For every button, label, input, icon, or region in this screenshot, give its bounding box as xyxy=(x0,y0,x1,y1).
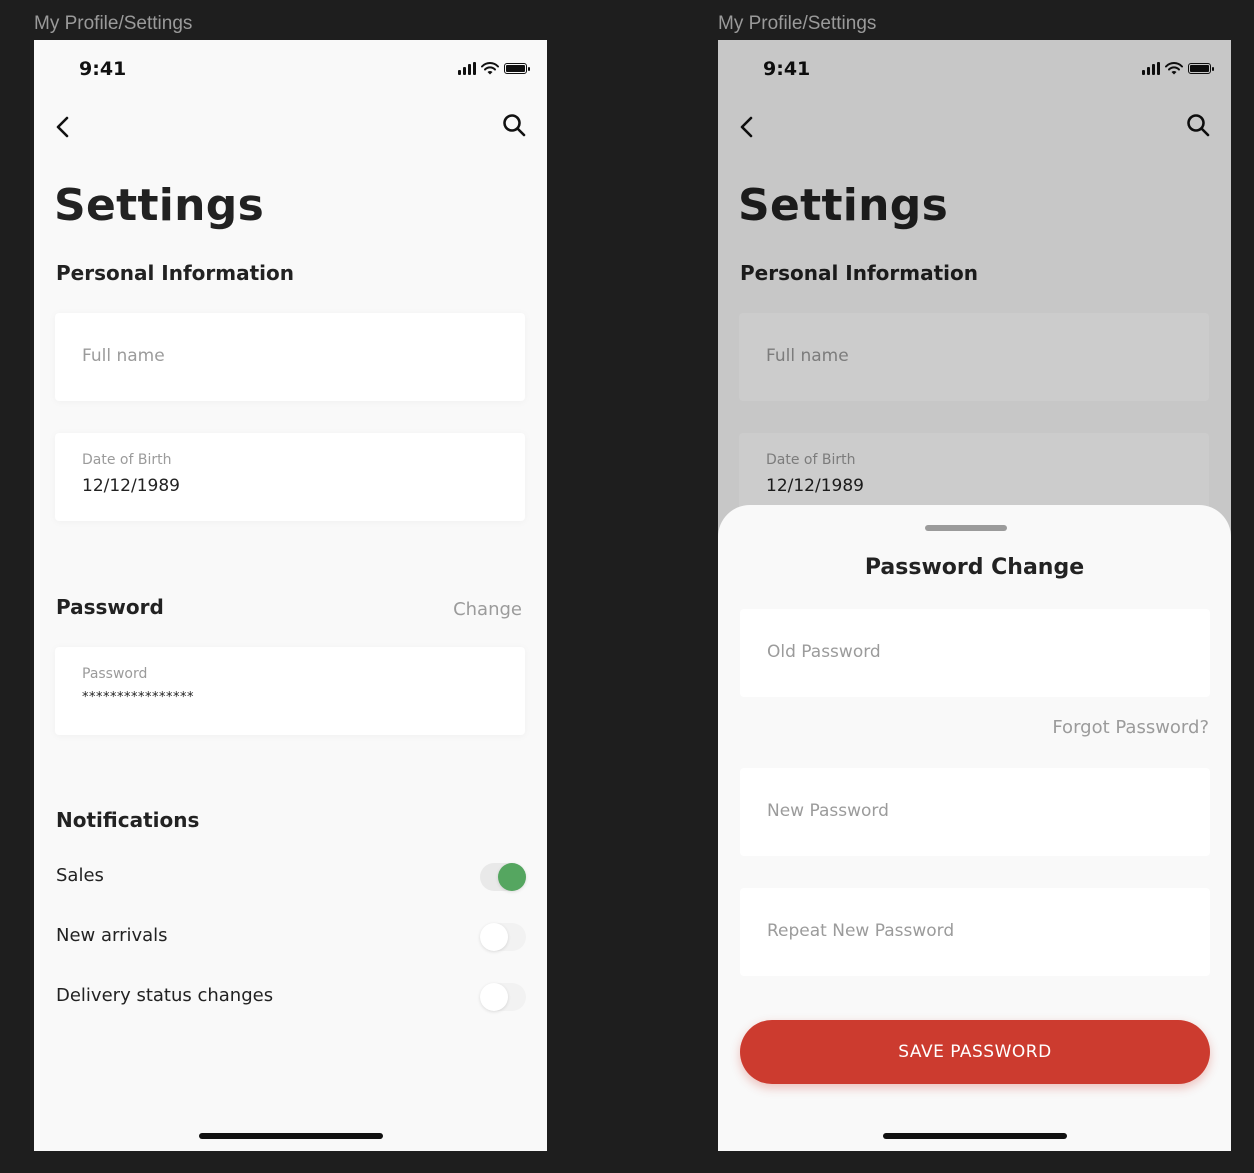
new-password-field[interactable]: New Password xyxy=(740,768,1210,856)
home-indicator xyxy=(199,1133,383,1139)
password-value: **************** xyxy=(82,690,194,705)
old-password-field[interactable]: Old Password xyxy=(740,609,1210,697)
notification-label: Delivery status changes xyxy=(56,985,274,1006)
status-icons xyxy=(458,62,530,75)
battery-icon xyxy=(504,63,530,74)
change-password-link[interactable]: Change xyxy=(453,599,522,620)
delivery-toggle[interactable] xyxy=(480,983,526,1011)
notifications-heading: Notifications xyxy=(56,808,200,832)
sales-toggle[interactable] xyxy=(480,863,526,891)
password-heading: Password xyxy=(56,595,164,619)
page-title: Settings xyxy=(54,180,265,231)
signal-icon xyxy=(458,62,476,75)
forgot-password-link[interactable]: Forgot Password? xyxy=(1052,717,1209,738)
frame-label: My Profile/Settings xyxy=(34,13,193,34)
password-change-sheet: Password Change Old Password Forgot Pass… xyxy=(718,505,1231,1151)
repeat-password-placeholder: Repeat New Password xyxy=(767,921,955,941)
repeat-password-field[interactable]: Repeat New Password xyxy=(740,888,1210,976)
old-password-placeholder: Old Password xyxy=(767,642,881,662)
notification-row-delivery: Delivery status changes xyxy=(56,983,526,1011)
full-name-field[interactable]: Full name xyxy=(55,313,525,401)
password-label: Password xyxy=(82,666,148,682)
sheet-grabber[interactable] xyxy=(925,525,1007,531)
settings-screen: 9:41 Settings Personal Information Full … xyxy=(34,40,547,1151)
notification-row-new-arrivals: New arrivals xyxy=(56,923,526,951)
new-password-placeholder: New Password xyxy=(767,801,889,821)
status-time: 9:41 xyxy=(79,58,127,80)
notification-label: Sales xyxy=(56,865,104,886)
new-arrivals-toggle[interactable] xyxy=(480,923,526,951)
dob-field[interactable]: Date of Birth 12/12/1989 xyxy=(55,433,525,521)
password-change-screen: 9:41 Settings Personal Information Full … xyxy=(718,40,1231,1151)
sheet-title: Password Change xyxy=(864,555,1085,580)
back-icon[interactable] xyxy=(52,112,74,142)
frame-label: My Profile/Settings xyxy=(718,13,877,34)
home-indicator xyxy=(883,1133,1067,1139)
save-password-button[interactable]: SAVE PASSWORD xyxy=(740,1020,1210,1084)
personal-info-heading: Personal Information xyxy=(56,261,294,285)
full-name-placeholder: Full name xyxy=(82,346,165,366)
wifi-icon xyxy=(481,62,499,75)
dob-value: 12/12/1989 xyxy=(82,476,180,496)
search-icon[interactable] xyxy=(501,112,529,140)
dob-label: Date of Birth xyxy=(82,452,172,468)
password-field[interactable]: Password **************** xyxy=(55,647,525,735)
notification-row-sales: Sales xyxy=(56,863,526,891)
notification-label: New arrivals xyxy=(56,925,168,946)
